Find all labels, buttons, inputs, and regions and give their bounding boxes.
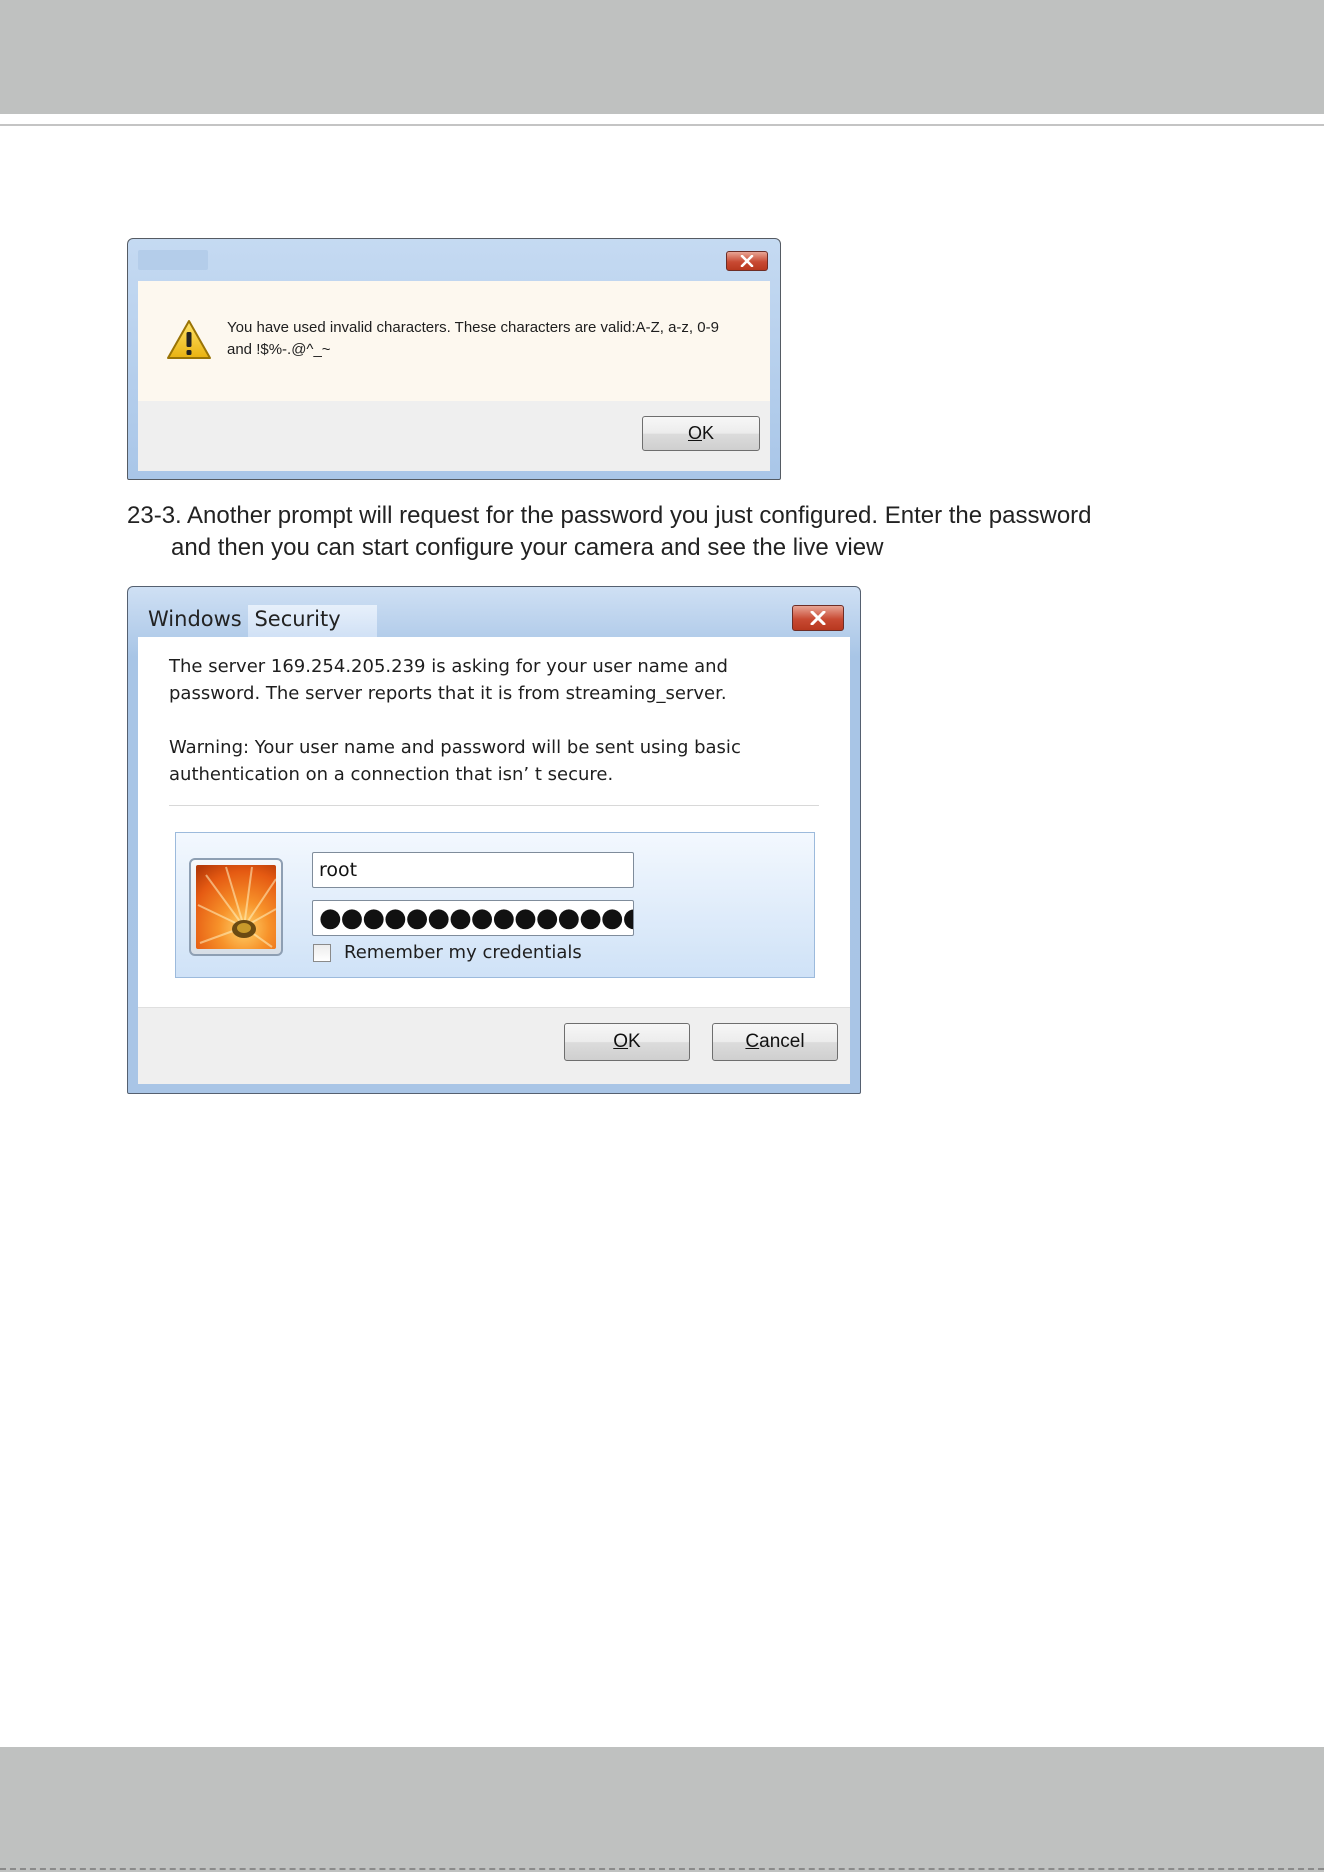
password-input[interactable]: ●●●●●●●●●●●●●●●	[312, 900, 634, 936]
remember-credentials-label: Remember my credentials	[344, 942, 582, 963]
ok-button[interactable]: OK	[642, 416, 760, 451]
step-caption: 23-3. Another prompt will request for th…	[127, 500, 1207, 564]
ok-label: K	[628, 1031, 641, 1052]
title-windows: Windows	[148, 607, 242, 631]
close-button[interactable]	[726, 251, 768, 271]
close-icon	[810, 611, 826, 625]
dialog-title	[138, 250, 208, 270]
windows-security-dialog: Windows Security The server 169.254.205.…	[127, 586, 861, 1094]
invalid-characters-dialog: You have used invalid characters. These …	[127, 238, 781, 480]
ok-button[interactable]: OK	[564, 1023, 690, 1061]
security-warning-text: Warning: Your user name and password wil…	[169, 737, 741, 785]
dialog-title: Windows Security	[148, 605, 377, 639]
warning-message: You have used invalid characters. These …	[227, 319, 719, 358]
header-rule	[0, 124, 1324, 126]
footer-dashed-rule	[0, 1868, 1324, 1870]
avatar	[189, 858, 283, 956]
warning-icon	[167, 320, 211, 359]
username-input[interactable]: root	[312, 852, 634, 888]
title-security: Security	[248, 605, 377, 639]
caption-line-2: and then you can start configure your ca…	[171, 534, 884, 561]
cancel-label: ancel	[759, 1031, 805, 1052]
ok-accelerator: O	[613, 1031, 629, 1052]
page-footer-band	[0, 1747, 1324, 1872]
ok-accelerator: O	[687, 423, 702, 443]
server-request-text: The server 169.254.205.239 is asking for…	[169, 656, 728, 704]
page-header-band	[0, 0, 1324, 114]
cancel-accelerator: C	[745, 1031, 760, 1052]
caption-line-1: 23-3. Another prompt will request for th…	[127, 502, 1092, 529]
password-mask: ●●●●●●●●●●●●●●●	[319, 903, 634, 933]
flower-avatar-icon	[196, 865, 276, 949]
remember-credentials-checkbox[interactable]	[313, 944, 331, 962]
close-icon	[740, 255, 754, 267]
close-button[interactable]	[792, 605, 844, 631]
cancel-button[interactable]: Cancel	[712, 1023, 838, 1061]
ok-label: K	[702, 423, 715, 443]
separator	[169, 805, 819, 806]
